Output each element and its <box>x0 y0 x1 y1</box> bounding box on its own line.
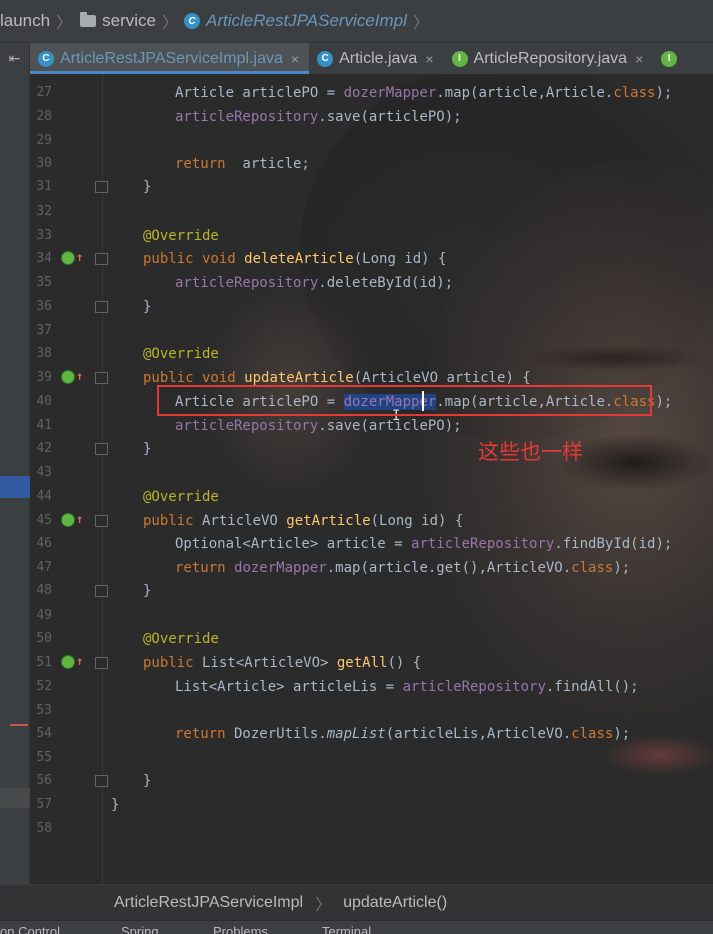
code-line: 35 articleRepository.deleteById(id); <box>36 275 454 291</box>
chevron-right-icon: 〉 <box>315 896 332 914</box>
navigate-up-icon[interactable]: ↑ <box>76 512 83 526</box>
navigate-up-icon[interactable]: ↑ <box>76 654 83 668</box>
breadcrumb-class[interactable]: ArticleRestJPAServiceImpl <box>114 894 303 912</box>
code-line: 36} <box>36 299 152 315</box>
breadcrumb-item-class[interactable]: C ArticleRestJPAServiceImpl <box>184 11 407 31</box>
breadcrumb-separator-icon: 〉 <box>161 15 178 32</box>
code-line: 31} <box>36 179 152 195</box>
problems-tool[interactable]: Problems <box>213 925 268 934</box>
code-line: 51 ↑ public List<ArticleVO> getAll() { <box>36 654 422 671</box>
tab-article[interactable]: C Article.java × <box>309 43 443 74</box>
fold-icon[interactable] <box>95 515 108 527</box>
code-line: 43 <box>36 465 52 480</box>
code-line: 49 <box>36 608 52 623</box>
code-line: 32 <box>36 204 52 219</box>
implements-icon[interactable] <box>61 513 75 527</box>
code-line: 28 articleRepository.save(articlePO); <box>36 109 462 125</box>
structure-marker <box>0 476 30 498</box>
breadcrumb-item-service[interactable]: service <box>78 11 156 31</box>
spring-tool[interactable]: Spring <box>121 925 159 934</box>
fold-icon[interactable] <box>95 301 108 313</box>
class-icon: C <box>317 50 334 67</box>
terminal-tool[interactable]: Terminal <box>322 925 371 934</box>
fold-icon[interactable] <box>95 253 108 265</box>
code-line: 50 @Override <box>36 631 219 647</box>
tab-overflow[interactable]: I <box>653 43 693 74</box>
class-icon: C <box>38 50 54 67</box>
project-panel-toggle-icon[interactable]: ⇤ <box>0 43 30 74</box>
fold-icon[interactable] <box>95 585 108 597</box>
code-line: 33 @Override <box>36 228 219 244</box>
code-line: 30 return article; <box>36 156 310 172</box>
fold-icon[interactable] <box>95 372 108 384</box>
tool-marker <box>0 788 30 808</box>
implements-icon[interactable] <box>61 251 75 265</box>
interface-icon: I <box>451 50 468 67</box>
code-line: 42} <box>36 441 152 457</box>
interface-icon: I <box>661 50 678 67</box>
code-line: 56} <box>36 773 152 789</box>
code-line: 45 ↑ public ArticleVO getArticle(Long id) … <box>36 512 464 529</box>
tab-articlerepository[interactable]: I ArticleRepository.java × <box>444 43 654 74</box>
highlight-box <box>157 385 652 416</box>
breadcrumb-method[interactable]: updateArticle() <box>343 894 447 912</box>
code-line: 57} <box>36 797 120 813</box>
code-line: 48} <box>36 583 152 599</box>
implements-icon[interactable] <box>61 655 75 669</box>
editor-breadcrumb: ArticleRestJPAServiceImpl 〉 updateArticl… <box>0 884 713 920</box>
navigation-breadcrumb: launch 〉 service 〉 C ArticleRestJPAServi… <box>0 0 713 42</box>
code-line: 46 Optional<Article> article = articleRep… <box>36 536 673 552</box>
tab-articlerestjpaserviceimpl[interactable]: C ArticleRestJPAServiceImpl.java × <box>30 43 310 74</box>
annotation-note: 这些也一样 <box>478 440 583 464</box>
close-icon[interactable]: × <box>635 51 643 67</box>
fold-icon[interactable] <box>95 657 108 669</box>
left-tool-strip <box>0 74 30 884</box>
fold-icon[interactable] <box>95 181 108 193</box>
code-line: 27 Article articlePO = dozerMapper.map(ar… <box>36 85 673 101</box>
code-line: 58 <box>36 821 52 836</box>
code-line: 34 ↑ public void deleteArticle(Long id) { <box>36 250 447 267</box>
close-icon[interactable]: × <box>425 51 433 67</box>
code-line: 37 <box>36 323 52 338</box>
breadcrumb-item-launch[interactable]: launch <box>0 11 50 31</box>
folder-icon <box>80 12 97 27</box>
version-control-tool[interactable]: on Control <box>0 925 60 934</box>
error-marker <box>10 724 28 726</box>
code-line: 41 articleRepository.save(articlePO); <box>36 418 462 434</box>
code-line: 44 @Override <box>36 489 219 505</box>
implements-icon[interactable] <box>61 370 75 384</box>
code-line: 54 return DozerUtils.mapList(articleLis,A… <box>36 726 631 742</box>
status-bar: on Control Spring Problems Terminal <box>0 920 713 934</box>
breadcrumb-separator-icon: 〉 <box>412 15 429 32</box>
editor-tabs: ⇤ C ArticleRestJPAServiceImpl.java × C A… <box>0 42 713 74</box>
code-line: 38 @Override <box>36 346 219 362</box>
close-icon[interactable]: × <box>291 51 299 67</box>
code-line: 55 <box>36 750 52 765</box>
code-editor[interactable]: 27 Article articlePO = dozerMapper.map(ar… <box>30 74 713 884</box>
code-line: 29 <box>36 133 52 148</box>
class-icon: C <box>184 13 200 29</box>
code-line: 53 <box>36 703 52 718</box>
code-line: 47 return dozerMapper.map(article.get(),A… <box>36 560 631 576</box>
navigate-up-icon[interactable]: ↑ <box>76 250 83 264</box>
fold-icon[interactable] <box>95 443 108 455</box>
breadcrumb-separator-icon: 〉 <box>56 15 73 32</box>
navigate-up-icon[interactable]: ↑ <box>76 369 83 383</box>
code-line: 52 List<Article> articleLis = articleRepo… <box>36 679 639 695</box>
fold-icon[interactable] <box>95 775 108 787</box>
